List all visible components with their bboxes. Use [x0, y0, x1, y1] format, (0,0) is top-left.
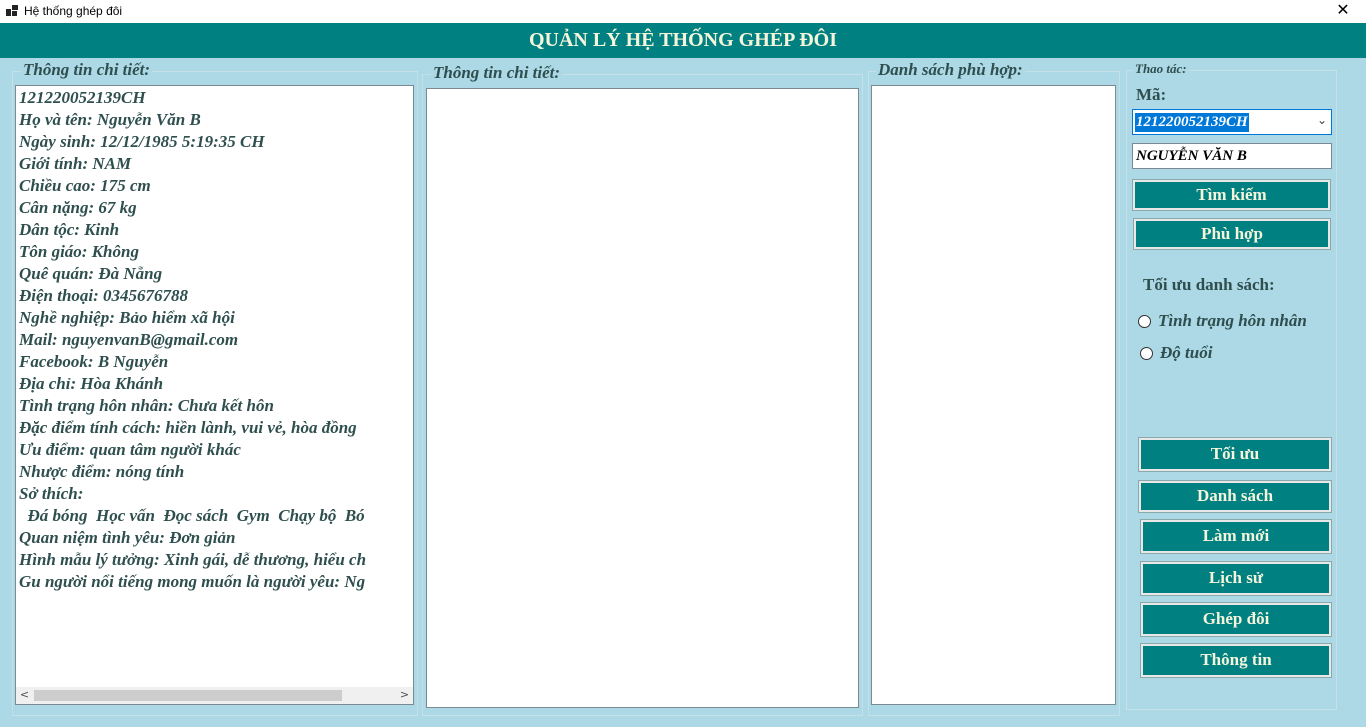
- ma-label: Mã:: [1136, 85, 1167, 104]
- detail-line: Facebook: B Nguyễn: [19, 352, 169, 371]
- app-header: QUẢN LÝ HỆ THỐNG GHÉP ĐÔI: [0, 23, 1366, 58]
- match-button[interactable]: Phù hợp: [1133, 218, 1331, 250]
- detail-line: Cân nặng: 67 kg: [19, 198, 137, 217]
- detail-group-middle-title: Thông tin chi tiết:: [431, 63, 563, 83]
- detail-line: Mail: nguyenvanB@gmail.com: [19, 330, 239, 349]
- scroll-thumb[interactable]: [34, 690, 342, 701]
- detail-line: Nhược điểm: nóng tính: [19, 462, 185, 481]
- horizontal-scrollbar[interactable]: < >: [16, 687, 413, 704]
- match-list-title: Danh sách phù hợp:: [876, 60, 1025, 80]
- detail-line: Đặc điểm tính cách: hiền lành, vui vẻ, h…: [19, 418, 357, 437]
- detail-line: Tình trạng hôn nhân: Chưa kết hôn: [19, 396, 274, 415]
- detail-line: Đá bóng Học vấn Đọc sách Gym Chạy bộ Bó: [19, 506, 365, 525]
- scroll-right-icon[interactable]: >: [396, 687, 413, 704]
- window-title: Hệ thống ghép đôi: [24, 4, 123, 18]
- compare-detail-textbox[interactable]: [426, 88, 859, 708]
- ma-selected-value: 121220052139CH: [1135, 113, 1249, 132]
- detail-line: Giới tính: NAM: [19, 154, 132, 173]
- chevron-down-icon[interactable]: ⌄: [1317, 113, 1327, 127]
- detail-line: Chiều cao: 175 cm: [19, 176, 151, 195]
- history-button[interactable]: Lịch sử: [1140, 561, 1332, 596]
- refresh-button[interactable]: Làm mới: [1140, 519, 1332, 554]
- detail-line: Dân tộc: Kinh: [19, 220, 120, 239]
- detail-line: Gu người nổi tiếng mong muốn là người yê…: [19, 572, 366, 591]
- detail-line: Địa chỉ: Hòa Khánh: [19, 374, 164, 393]
- detail-line: Ưu điểm: quan tâm người khác: [19, 440, 241, 459]
- info-button[interactable]: Thông tin: [1140, 643, 1332, 678]
- detail-line: Điện thoại: 0345676788: [19, 286, 189, 305]
- detail-textbox[interactable]: 121220052139CH Họ và tên: Nguyễn Văn B Ngà…: [15, 85, 414, 705]
- radio-marital-label: Tình trạng hôn nhân: [1158, 311, 1307, 330]
- close-icon[interactable]: ✕: [1320, 0, 1366, 23]
- optimize-button[interactable]: Tối ưu: [1138, 437, 1332, 472]
- name-field[interactable]: NGUYỄN VĂN B: [1132, 143, 1332, 169]
- scroll-left-icon[interactable]: <: [16, 687, 33, 704]
- detail-line: Quan niệm tình yêu: Đơn giản: [19, 528, 236, 547]
- list-button[interactable]: Danh sách: [1138, 480, 1332, 513]
- search-button[interactable]: Tìm kiếm: [1132, 179, 1331, 211]
- ma-combobox[interactable]: 121220052139CH ⌄: [1132, 109, 1332, 135]
- radio-circle[interactable]: [1138, 315, 1151, 328]
- detail-lines: 121220052139CH Họ và tên: Nguyễn Văn B Ngà…: [19, 87, 413, 686]
- detail-line: Sở thích:: [19, 484, 84, 503]
- radio-circle[interactable]: [1140, 347, 1153, 360]
- pair-button[interactable]: Ghép đôi: [1140, 602, 1332, 637]
- detail-line: Ngày sinh: 12/12/1985 5:19:35 CH: [19, 132, 265, 151]
- detail-line: Nghề nghiệp: Bảo hiểm xã hội: [19, 308, 235, 327]
- app-icon: [6, 5, 18, 17]
- detail-line: Hình mẫu lý tưởng: Xinh gái, dễ thương, …: [19, 550, 367, 569]
- actions-title: Thao tác:: [1133, 61, 1189, 77]
- match-listbox[interactable]: [871, 85, 1116, 705]
- detail-line: Họ và tên: Nguyễn Văn B: [19, 110, 201, 129]
- radio-age-label: Độ tuổi: [1160, 343, 1213, 362]
- detail-group-left-title: Thông tin chi tiết:: [21, 60, 153, 80]
- detail-line: 121220052139CH: [19, 88, 146, 107]
- optimize-list-title: Tối ưu danh sách:: [1143, 275, 1275, 294]
- window-titlebar: Hệ thống ghép đôi ✕: [0, 0, 1366, 23]
- detail-line: Tôn giáo: Không: [19, 242, 139, 261]
- page-title: QUẢN LÝ HỆ THỐNG GHÉP ĐÔI: [528, 29, 837, 51]
- detail-line: Quê quán: Đà Nẵng: [19, 264, 163, 283]
